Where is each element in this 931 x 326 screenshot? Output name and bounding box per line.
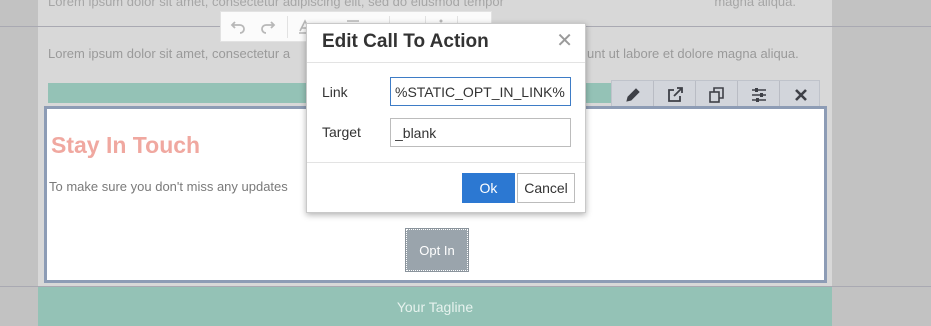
link-label: Link — [322, 84, 348, 100]
stay-in-touch-text[interactable]: To make sure you don't miss any updates — [49, 179, 288, 194]
dialog-footer-divider — [307, 162, 585, 163]
cancel-button[interactable]: Cancel — [517, 173, 575, 203]
ghost-paragraph-top-right: magna aliqua. — [714, 0, 796, 9]
target-label: Target — [322, 124, 361, 140]
edit-cta-dialog: Edit Call To Action ✕ Link Target Ok Can… — [306, 23, 586, 213]
close-icon[interactable] — [780, 81, 821, 108]
dialog-title: Edit Call To Action — [322, 31, 489, 52]
tagline-text: Your Tagline — [396, 298, 474, 315]
ghost-paragraph-top: Lorem ipsum dolor sit amet, consectetur … — [48, 0, 504, 9]
target-input[interactable] — [390, 118, 571, 147]
dialog-header-divider — [307, 62, 585, 63]
redo-icon[interactable] — [260, 18, 276, 38]
lorem-paragraph[interactable]: Lorem ipsum dolor sit amet, consectetur … — [48, 46, 290, 61]
lorem-paragraph-tail[interactable]: unt ut labore et dolore magna aliqua. — [587, 46, 799, 61]
pencil-icon[interactable] — [612, 81, 653, 108]
ok-button[interactable]: Ok — [462, 173, 515, 203]
external-link-icon[interactable] — [654, 81, 695, 108]
tagline-footer[interactable]: Your Tagline — [38, 287, 832, 326]
duplicate-icon[interactable] — [696, 81, 737, 108]
opt-in-button[interactable]: Opt In — [405, 228, 469, 272]
link-input[interactable] — [390, 77, 571, 106]
settings-sliders-icon[interactable] — [738, 81, 779, 108]
stay-in-touch-heading[interactable]: Stay In Touch — [51, 132, 200, 159]
undo-icon[interactable] — [230, 18, 246, 38]
block-actions-toolbar — [611, 80, 820, 109]
close-icon[interactable]: ✕ — [556, 31, 573, 51]
toolbar-divider — [287, 16, 288, 38]
